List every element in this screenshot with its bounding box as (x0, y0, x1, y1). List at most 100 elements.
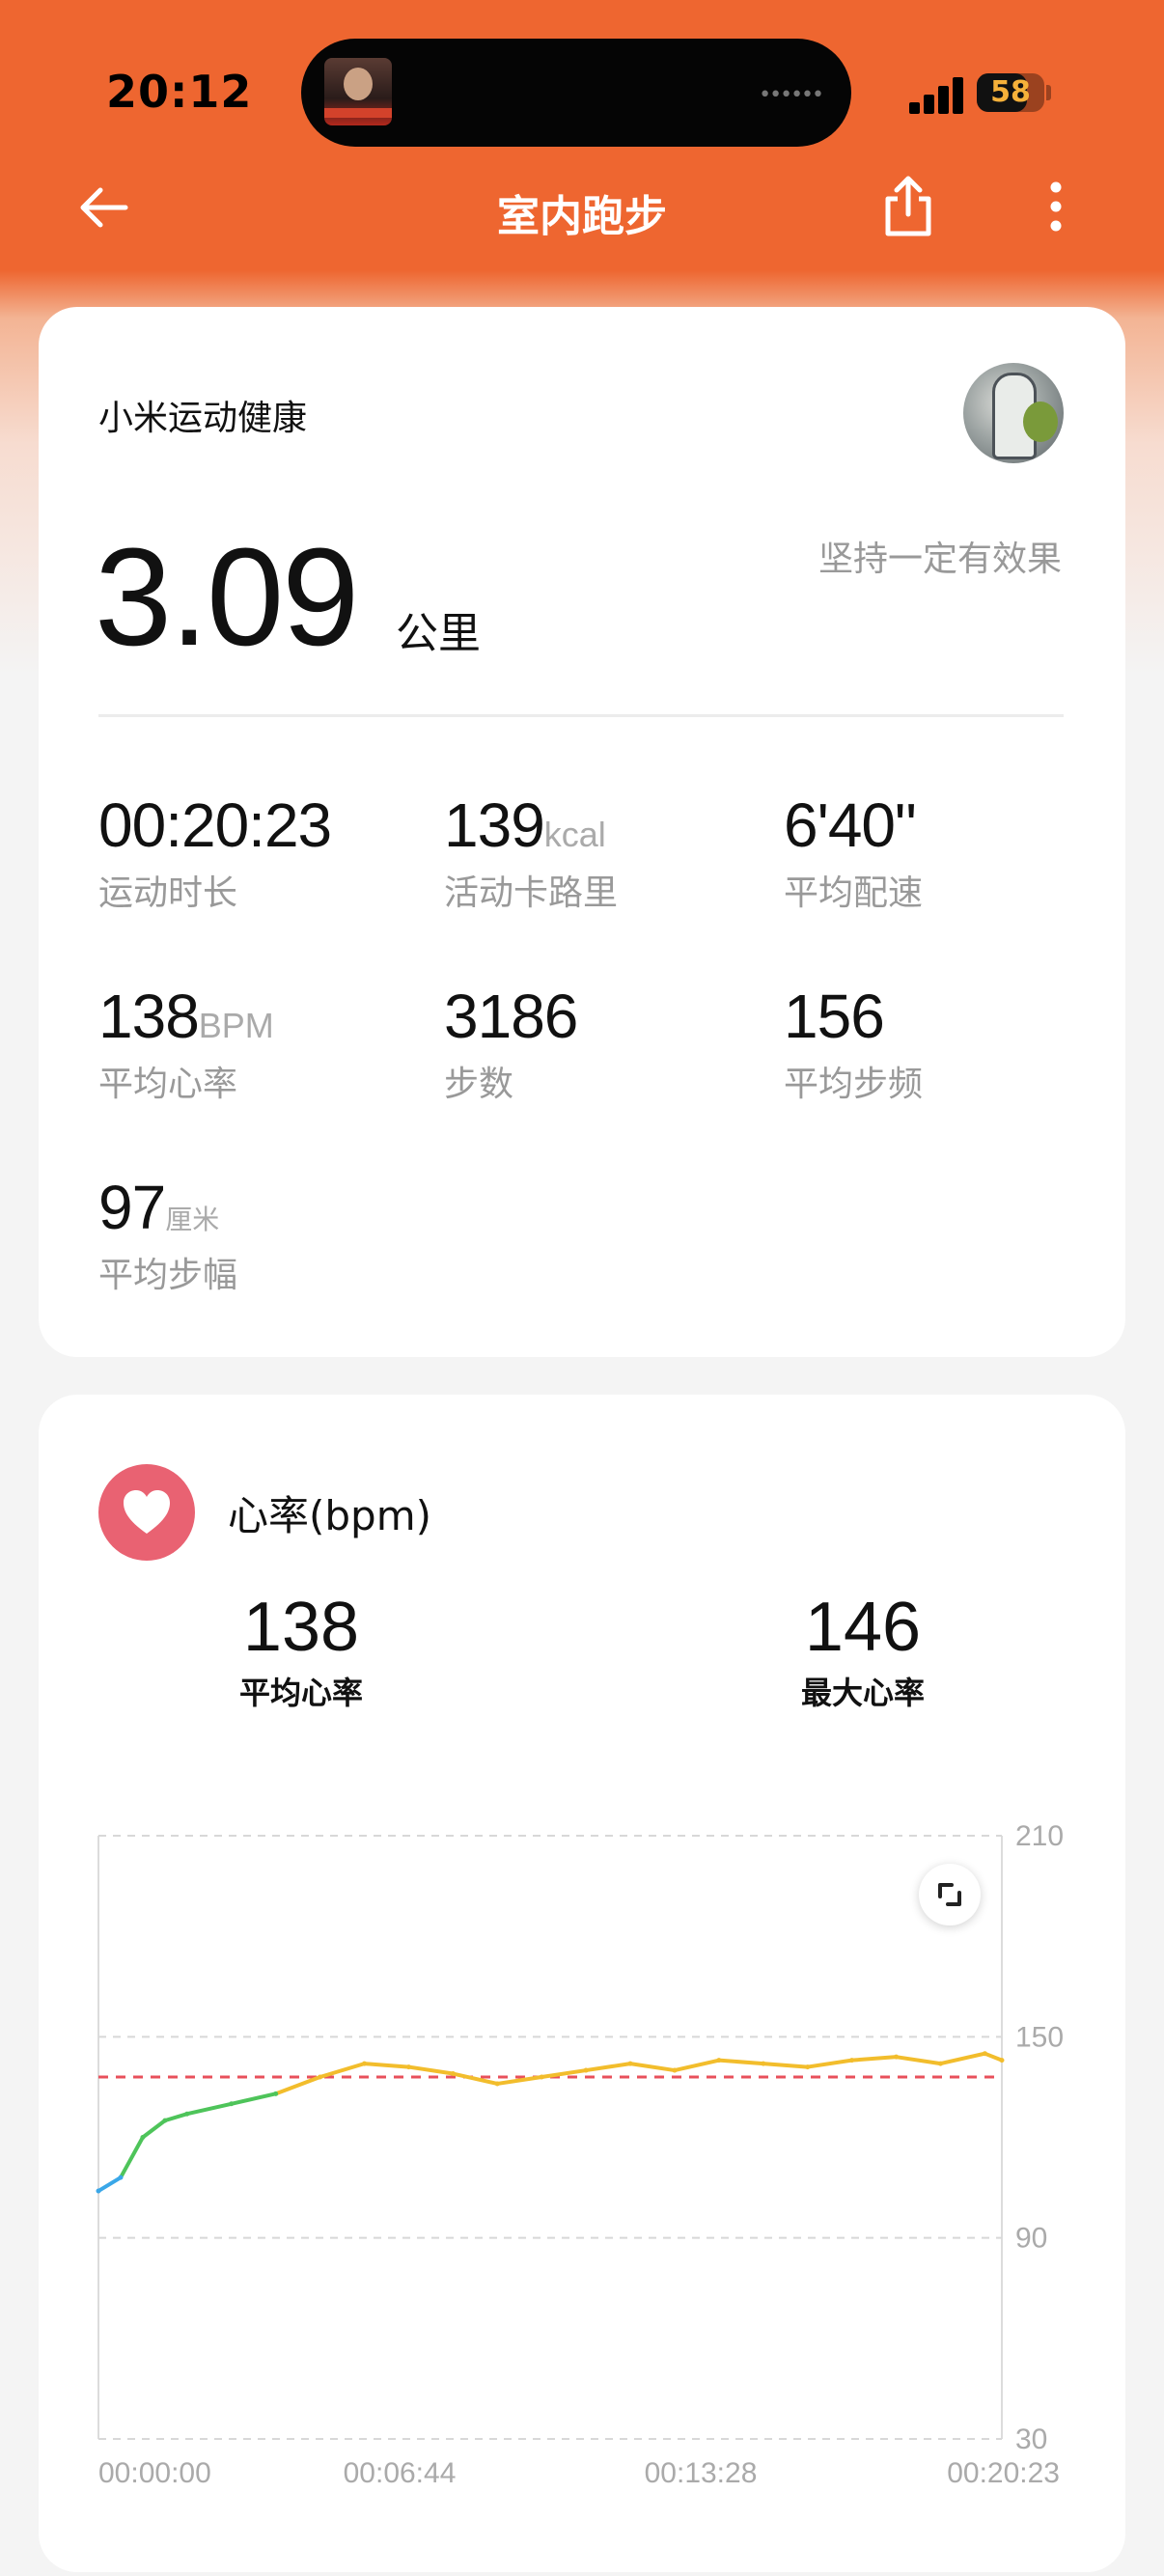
heart-rate-point (583, 2067, 589, 2073)
heart-rate-chart-svg: 210 150 90 30 00:00:00 00:06:44 00:13:28 00:20:… (96, 1820, 1064, 2489)
y-tick-label: 150 (1015, 2021, 1064, 2053)
heart-rate-point (118, 2174, 124, 2180)
heart-rate-line-segment (540, 2068, 589, 2079)
more-vertical-icon (1050, 181, 1062, 232)
battery-nub (1046, 85, 1051, 100)
heart-rate-card: 心率(bpm) 138 平均心率 146 最大心率 210 150 90 30 00:0… (39, 1395, 1125, 2572)
heart-rate-line-segment (938, 2051, 987, 2066)
distance-value: 3.09 (95, 519, 359, 675)
brand-name: 小米运动健康 (98, 399, 308, 438)
heart-rate-point (999, 2058, 1005, 2064)
heart-rate-point (894, 2054, 900, 2060)
stat-value: 00:20:23 (98, 790, 332, 860)
status-bar: 20:12 •••••• 58 (0, 0, 1164, 183)
divider (98, 714, 1064, 717)
heart-rate-line-segment (761, 2062, 810, 2069)
heart-rate-point (450, 2071, 456, 2077)
heart-rate-point (362, 2061, 368, 2066)
page-title: 室内跑步 (497, 192, 667, 241)
expand-icon (938, 1883, 961, 1906)
stat-value: 138 (98, 982, 200, 1051)
stat-value: 139 (444, 790, 545, 860)
workout-summary-card: 小米运动健康 坚持一定有效果 3.09 公里 00:20:23 运动时长 139… (39, 307, 1125, 1357)
stat-label: 平均配速 (784, 873, 924, 913)
stat-unit: kcal (543, 815, 606, 854)
stat-value: 3186 (444, 982, 578, 1051)
stat-cadence: 156 平均步频 (784, 981, 923, 1106)
more-button[interactable] (1035, 174, 1077, 239)
signal-icon (909, 75, 965, 114)
heart-rate-line-segment (672, 2058, 721, 2073)
heart-rate-line-segment (716, 2058, 765, 2066)
heart-rate-line-segment (362, 2062, 411, 2069)
heart-rate-line-segment (584, 2062, 633, 2073)
heart-rate-point (96, 2188, 101, 2194)
stat-value: 97 (98, 1173, 166, 1242)
heart-rate-point (672, 2067, 678, 2073)
heart-rate-point (184, 2111, 190, 2117)
stat-avg-heart-rate: 138BPM 平均心率 (98, 981, 274, 1106)
heart-rate-line-segment (97, 2175, 123, 2194)
y-tick-label: 30 (1015, 2424, 1047, 2455)
stat-unit: 厘米 (165, 1205, 220, 1234)
stat-pace: 6'40" 平均配速 (784, 789, 923, 915)
heart-rate-line-segment (849, 2055, 899, 2063)
stat-steps: 3186 步数 (444, 981, 578, 1106)
distance-unit: 公里 (396, 609, 481, 658)
expand-chart-button[interactable] (919, 1864, 981, 1925)
share-button[interactable] (878, 174, 938, 239)
x-tick-label: 00:06:44 (344, 2457, 457, 2489)
stat-label: 平均步频 (784, 1065, 924, 1104)
status-time: 20:12 (106, 66, 253, 118)
heart-rate-point (539, 2074, 544, 2080)
stat-label: 平均心率 (98, 1065, 238, 1104)
live-activity-thumbnail (324, 58, 392, 125)
heart-rate-point (849, 2058, 855, 2064)
stat-label: 运动时长 (98, 873, 238, 913)
stat-label: 平均步幅 (98, 1256, 238, 1295)
heart-rate-point (140, 2135, 146, 2140)
heart-rate-line-segment (983, 2051, 1004, 2063)
slogan: 坚持一定有效果 (818, 540, 1062, 579)
stat-calories: 139kcal 活动卡路里 (444, 789, 618, 915)
heart-rate-point (405, 2064, 411, 2070)
share-icon (885, 176, 931, 236)
dynamic-island[interactable]: •••••• (301, 39, 851, 147)
heart-rate-line-segment (894, 2055, 943, 2066)
battery-icon: 58 (977, 73, 1044, 112)
stat-unit: BPM (198, 1006, 274, 1045)
heart-rate-line-segment (273, 2075, 322, 2096)
heart-rate-point (162, 2118, 168, 2123)
y-tick-label: 210 (1015, 1820, 1064, 1852)
heart-rate-point (716, 2058, 722, 2064)
heart-rate-line-segment (318, 2062, 367, 2079)
heart-rate-line-segment (184, 2101, 234, 2117)
heart-rate-line-segment (118, 2135, 145, 2180)
heart-rate-point (761, 2061, 766, 2066)
heart-rate-point (627, 2061, 633, 2066)
stat-duration: 00:20:23 运动时长 (98, 789, 332, 915)
heart-rate-point (982, 2051, 987, 2057)
stat-value: 156 (784, 982, 885, 1051)
heart-rate-point (937, 2061, 943, 2066)
heart-rate-point (318, 2074, 323, 2080)
heart-rate-line-segment (805, 2058, 854, 2069)
stat-label: 活动卡路里 (444, 873, 619, 913)
x-tick-label: 00:20:23 (947, 2457, 1060, 2489)
x-tick-label: 00:13:28 (645, 2457, 758, 2489)
heart-rate-line-segment (628, 2062, 677, 2073)
audio-wave-icon: •••••• (759, 83, 824, 107)
heart-rate-chart: 210 150 90 30 00:00:00 00:06:44 00:13:28 00:20:… (39, 1395, 1125, 2572)
heart-rate-line-segment (229, 2091, 278, 2106)
heart-rate-line-segment (406, 2064, 456, 2076)
heart-rate-point (229, 2101, 235, 2107)
heart-rate-line-segment (140, 2119, 167, 2140)
y-tick-label: 90 (1015, 2223, 1047, 2255)
avatar[interactable] (963, 363, 1064, 463)
heart-rate-point (494, 2081, 500, 2087)
stat-label: 步数 (444, 1065, 514, 1104)
battery-level: 58 (990, 75, 1031, 109)
stat-value: 6'40" (784, 790, 917, 860)
stat-stride: 97厘米 平均步幅 (98, 1172, 237, 1297)
heart-rate-line-segment (162, 2112, 189, 2123)
